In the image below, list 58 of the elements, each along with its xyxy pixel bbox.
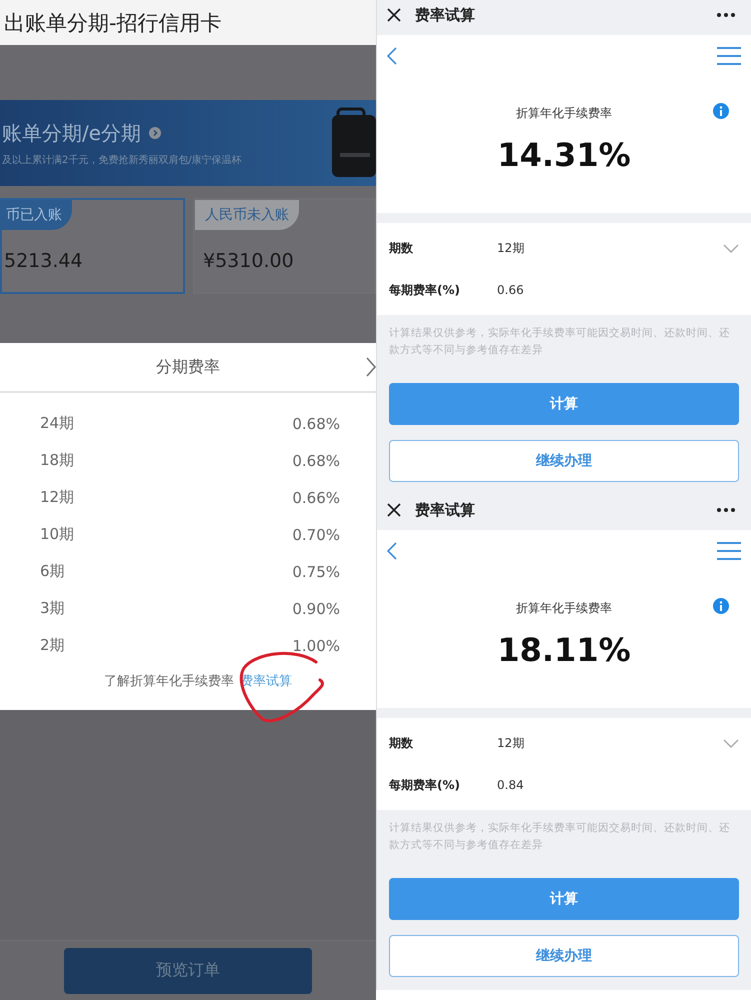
sheet-title: 分期费率 [156, 356, 220, 378]
term-select[interactable]: 期数 12期 [377, 227, 751, 269]
rate-field[interactable]: 每期费率(%) 0.84 [377, 764, 751, 806]
calculate-button[interactable]: 计算 [389, 878, 739, 920]
calculate-button[interactable]: 计算 [389, 382, 739, 425]
close-icon[interactable] [387, 8, 401, 22]
page-title: 出账单分期-招行信用卡 [4, 10, 222, 36]
result-label: 折算年化手续费率 [516, 600, 612, 617]
account-tab[interactable]: 币已入账 5213.44 [0, 198, 185, 294]
result-label: 折算年化手续费率 [516, 105, 612, 122]
result-value: 18.11% [497, 631, 631, 669]
footer-text: 了解折算年化手续费率 [104, 673, 234, 690]
info-icon[interactable] [713, 598, 729, 614]
close-icon[interactable] [387, 503, 401, 517]
chevron-right-icon[interactable] [366, 357, 376, 377]
term-label: 18期 [40, 451, 74, 470]
preview-order-button[interactable]: 预览订单 [64, 948, 312, 994]
chevron-down-icon [723, 738, 739, 748]
rate-value: 0.66% [292, 488, 340, 506]
rate-field[interactable]: 每期费率(%) 0.66 [377, 269, 751, 311]
rate-value: 0.75% [292, 562, 340, 580]
chevron-down-icon [723, 244, 739, 252]
window-title: 费率试算 [415, 6, 475, 24]
more-icon[interactable] [717, 508, 735, 512]
term-label: 24期 [40, 414, 74, 433]
term-label: 2期 [40, 636, 65, 655]
term-label: 12期 [40, 488, 74, 507]
tab-amount: 5213.44 [3, 250, 84, 272]
banner-title: 账单分期/e分期 [2, 120, 142, 146]
backpack-icon [330, 107, 376, 179]
menu-icon[interactable] [717, 47, 741, 65]
arrow-circle-icon [149, 127, 162, 139]
rate-value: 0.70% [292, 526, 340, 544]
tab-label: 人民币未入账 [195, 200, 299, 230]
tab-label: 币已入账 [0, 200, 72, 230]
menu-icon[interactable] [717, 542, 741, 560]
account-tab[interactable]: 人民币未入账 ¥5310.00 [193, 198, 376, 294]
promo-banner[interactable]: 账单分期/e分期 及以上累计满2千元，免费抢新秀丽双肩包/康宁保温杯 [0, 100, 376, 186]
back-icon[interactable] [387, 542, 397, 560]
banner-subtitle: 及以上累计满2千元，免费抢新秀丽双肩包/康宁保温杯 [2, 154, 242, 166]
back-icon[interactable] [387, 47, 397, 65]
disclaimer-text: 计算结果仅供参考，实际年化手续费率可能因交易时间、还款时间、还款方式等不同与参考值存在差异 [389, 326, 731, 358]
info-icon[interactable] [713, 103, 729, 119]
more-icon[interactable] [717, 13, 735, 17]
term-label: 3期 [40, 599, 65, 618]
rate-value: 1.00% [292, 636, 340, 654]
continue-button[interactable]: 继续办理 [389, 440, 739, 482]
tab-amount: ¥5310.00 [202, 250, 295, 272]
rate-value: 0.90% [292, 600, 340, 618]
continue-button[interactable]: 继续办理 [389, 934, 739, 977]
rate-value: 0.68% [292, 414, 340, 432]
term-select[interactable]: 期数 12期 [377, 722, 751, 764]
rate-value: 0.68% [292, 452, 340, 470]
disclaimer-text: 计算结果仅供参考，实际年化手续费率可能因交易时间、还款时间、还款方式等不同与参考值存在差异 [389, 821, 731, 853]
term-label: 10期 [40, 525, 74, 544]
window-title: 费率试算 [415, 500, 475, 520]
term-label: 6期 [40, 562, 65, 581]
result-value: 14.31% [497, 136, 631, 174]
